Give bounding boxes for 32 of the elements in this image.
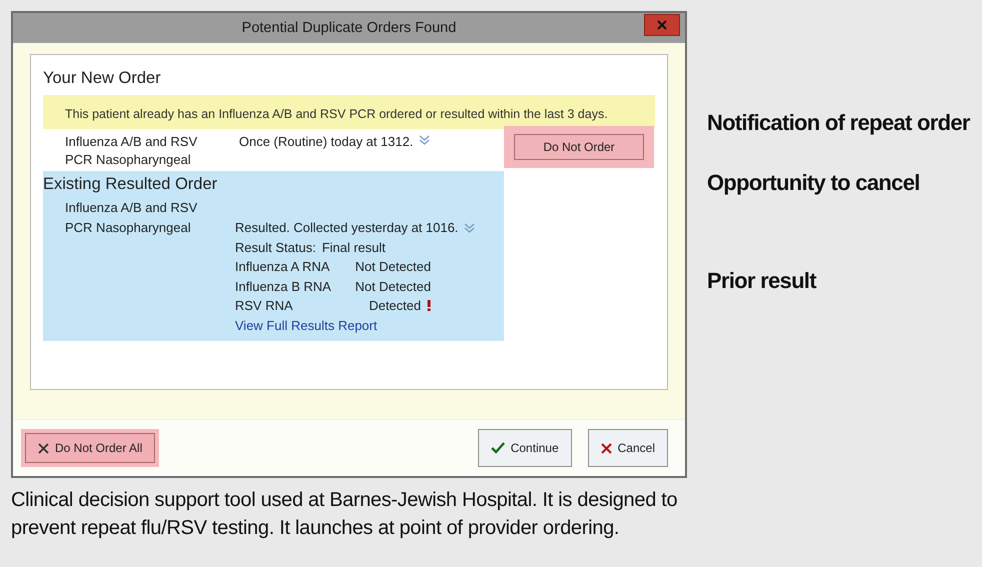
result-value: Not Detected [355, 258, 431, 276]
result-name: Influenza B RNA [235, 278, 332, 296]
result-name: Influenza A RNA [235, 258, 331, 276]
do-not-order-all-button[interactable]: Do Not Order All [25, 433, 156, 463]
expand-chevron-icon[interactable] [464, 221, 476, 234]
do-not-order-button[interactable]: Do Not Order [514, 134, 644, 160]
field-value: Final result [322, 238, 386, 256]
figure-caption: Clinical decision support tool used at Barnes-Jewish Hospital. It is designed to prevent repeat flu/RSV testing. It launches at point of provider ordering. [11, 488, 678, 541]
continue-button[interactable]: Continue [478, 429, 572, 467]
order-name: Influenza A/B and RSV PCR Nasopharyngeal [65, 133, 198, 169]
order-name: Influenza A/B and RSV PCR Nasopharyngeal [65, 199, 198, 237]
warning-message: This patient already has an Influenza A/B and RSV PCR ordered or resulted within the last 3 days. [43, 95, 655, 129]
annotation-label: Prior result [707, 268, 818, 294]
x-icon [38, 442, 49, 454]
close-icon [657, 20, 667, 30]
cancel-button[interactable]: Cancel [588, 429, 668, 467]
result-value: Not Detected [355, 278, 431, 296]
annotation-label: Notification of repeat order [707, 110, 972, 136]
results-link[interactable]: View Full Results Report [235, 318, 378, 332]
window-title: Potential Duplicate Orders Found [242, 20, 456, 36]
x-icon [600, 442, 612, 454]
section-heading: Existing Resulted Order [43, 175, 218, 194]
result-value: Detected [368, 297, 421, 315]
result-name: RSV RNA [235, 297, 294, 315]
expand-chevron-icon[interactable] [419, 133, 430, 146]
annotation-label: Opportunity to cancel [707, 170, 921, 196]
section-heading: Your New Order [43, 69, 162, 88]
order-detail: Once (Routine) today at 1312. [239, 133, 414, 151]
status-text: Resulted. Collected yesterday at 1016. [235, 219, 458, 237]
field-label: Result Status: [235, 238, 316, 256]
close-button[interactable] [644, 14, 680, 36]
check-icon [490, 442, 505, 454]
